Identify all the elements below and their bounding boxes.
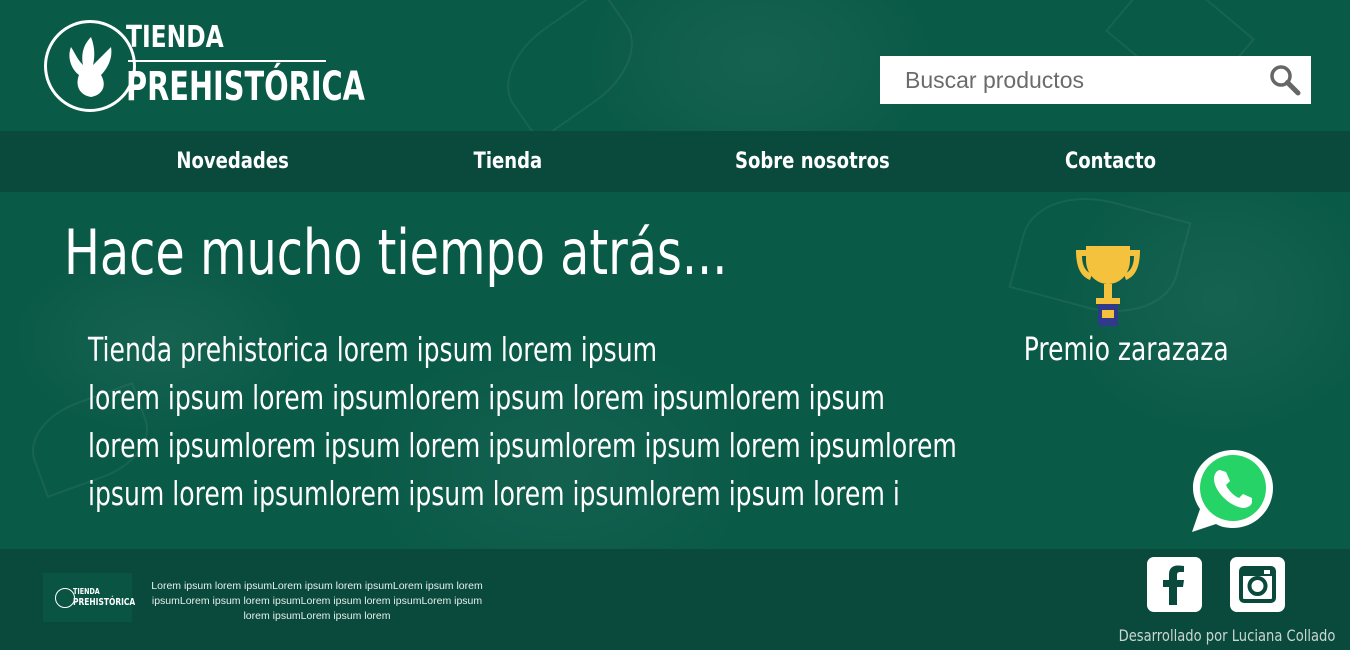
nav-item-tienda[interactable]: Tienda [474,131,543,192]
brand-line-2: PREHISTÓRICA [126,64,365,110]
paragraph-line: ipsum lorem ipsumlorem ipsum lorem ipsum… [88,474,900,513]
facebook-icon [1163,565,1184,605]
footer-brand-line-1: TIENDA [73,587,100,596]
page-title: Hace mucho tiempo atrás... [64,216,728,289]
trophy-icon [1076,246,1140,326]
paragraph-line: lorem ipsum lorem ipsumlorem ipsum lorem… [88,378,885,417]
award-block: Premio zarazaza [1000,244,1229,368]
background-leaf [486,0,654,143]
instagram-link[interactable] [1230,557,1285,612]
developer-credit: Desarrollado por Luciana Collado [1118,626,1335,645]
search-bar [880,56,1311,104]
footer-brand-line-2: PREHISTÓRICA [73,597,136,608]
site-logo[interactable]: TIENDA PREHISTÓRICA [44,18,365,114]
nav-item-contacto[interactable]: Contacto [1065,131,1156,192]
footer-logo[interactable]: TIENDA PREHISTÓRICA [43,573,136,622]
main-nav: Novedades Tienda Sobre nosotros Contacto [0,131,1350,192]
award-label: Premio zarazaza [1023,330,1229,368]
intro-paragraph: Tienda prehistorica lorem ipsum lorem ip… [88,326,957,518]
nav-item-sobre-nosotros[interactable]: Sobre nosotros [735,131,890,192]
footer-description: Lorem ipsum lorem ipsumLorem ipsum lorem… [151,580,483,622]
paragraph-line: lorem ipsumlorem ipsum lorem ipsumlorem … [88,426,957,465]
brand-divider [128,60,326,62]
instagram-icon [1239,566,1276,603]
brand-line-1: TIENDA [126,20,224,55]
paragraph-line: Tienda prehistorica lorem ipsum lorem ip… [88,330,658,369]
dino-footprint-icon [55,588,75,608]
dino-footprint-icon [44,20,136,112]
nav-item-novedades[interactable]: Novedades [176,131,288,192]
facebook-link[interactable] [1147,557,1202,612]
search-input[interactable] [880,56,1250,104]
whatsapp-icon[interactable] [1188,446,1278,536]
search-icon[interactable] [1269,64,1301,101]
